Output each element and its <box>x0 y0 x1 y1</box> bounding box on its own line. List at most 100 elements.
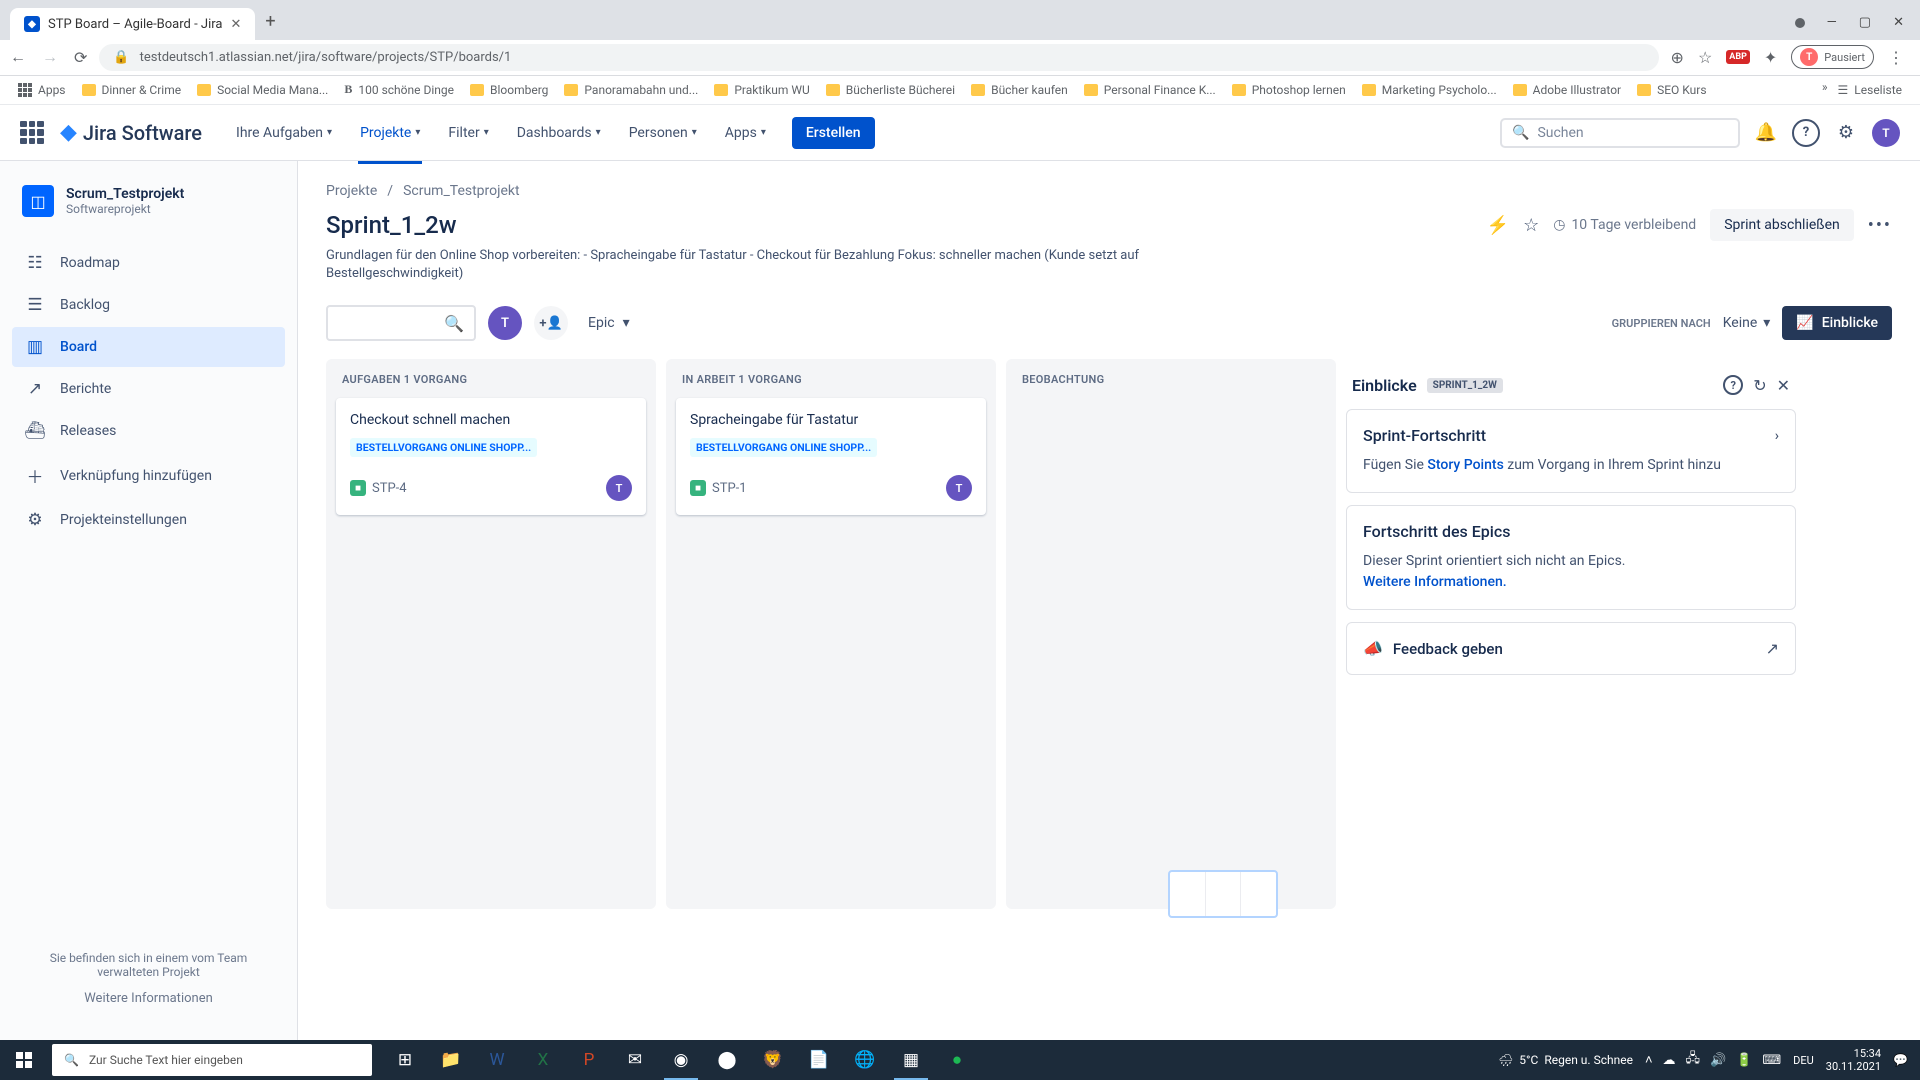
bookmark-item[interactable]: B100 schöne Dinge <box>338 79 460 100</box>
footer-more-info-link[interactable]: Weitere Informationen <box>22 991 275 1006</box>
profile-paused-chip[interactable]: T Pausiert <box>1791 45 1874 69</box>
keyboard-icon[interactable]: ⌨ <box>1762 1053 1781 1068</box>
epic-tag[interactable]: BESTELLVORGANG ONLINE SHOPP... <box>350 438 537 457</box>
sidebar-add-link[interactable]: ＋Verknüpfung hinzufügen <box>12 453 285 498</box>
extensions-icon[interactable]: ✦ <box>1764 48 1777 67</box>
notifications-icon[interactable]: 🔔 <box>1752 119 1780 147</box>
bookmarks-overflow-icon[interactable]: » <box>1822 80 1828 100</box>
clock[interactable]: 15:34 30.11.2021 <box>1826 1047 1881 1073</box>
sidebar-reports[interactable]: ↗Berichte <box>12 369 285 409</box>
bookmark-star-icon[interactable]: ☆ <box>1698 48 1712 67</box>
bookmark-item[interactable]: Panoramabahn und... <box>558 80 704 100</box>
nav-people[interactable]: Personen▾ <box>619 119 707 147</box>
network-icon[interactable]: 🖧 <box>1686 1049 1701 1071</box>
board-column-in-progress[interactable]: IN ARBEIT 1 VORGANG Spracheingabe für Ta… <box>666 359 996 909</box>
notepad-icon[interactable]: 📄 <box>796 1040 842 1080</box>
star-icon[interactable]: ☆ <box>1523 215 1539 236</box>
abp-extension-icon[interactable]: ABP <box>1726 50 1750 64</box>
bookmark-item[interactable]: SEO Kurs <box>1631 80 1712 100</box>
nav-your-work[interactable]: Ihre Aufgaben▾ <box>226 119 342 147</box>
task-view-icon[interactable]: ⊞ <box>382 1040 428 1080</box>
add-people-button[interactable]: +👤 <box>534 306 568 340</box>
sidebar-roadmap[interactable]: ☷Roadmap <box>12 243 285 283</box>
back-button[interactable]: ← <box>10 47 26 67</box>
feedback-card[interactable]: 📣 Feedback geben ↗ <box>1346 622 1796 675</box>
project-header[interactable]: ◫ Scrum_Testprojekt Softwareprojekt <box>12 185 285 233</box>
more-actions-icon[interactable]: ••• <box>1868 215 1892 236</box>
breadcrumb-project-name[interactable]: Scrum_Testprojekt <box>403 183 520 199</box>
nav-dashboards[interactable]: Dashboards▾ <box>507 119 611 147</box>
excel-icon[interactable]: X <box>520 1040 566 1080</box>
app-icon[interactable]: ▦ <box>888 1040 934 1080</box>
zoom-icon[interactable]: ⊕ <box>1671 48 1684 67</box>
spotify-icon[interactable]: ● <box>934 1040 980 1080</box>
bookmark-item[interactable]: Photoshop lernen <box>1226 80 1352 100</box>
minimize-button[interactable]: — <box>1827 15 1837 30</box>
maximize-button[interactable]: ▢ <box>1859 15 1871 30</box>
bookmark-item[interactable]: Dinner & Crime <box>76 80 188 100</box>
help-icon[interactable]: ? <box>1792 119 1820 147</box>
bookmark-item[interactable]: Marketing Psycholo... <box>1356 80 1503 100</box>
taskbar-search[interactable]: 🔍 Zur Suche Text hier eingeben <box>52 1044 372 1076</box>
story-points-link[interactable]: Story Points <box>1427 457 1503 473</box>
close-insights-icon[interactable]: ✕ <box>1777 376 1790 395</box>
assignee-avatar[interactable]: T <box>606 475 632 501</box>
tray-overflow-icon[interactable]: ˄ <box>1645 1052 1653 1068</box>
breadcrumb-projects[interactable]: Projekte <box>326 183 377 199</box>
group-by-dropdown[interactable]: Keine ▾ <box>1723 315 1771 331</box>
create-button[interactable]: Erstellen <box>792 117 875 149</box>
close-window-button[interactable]: ✕ <box>1893 15 1904 30</box>
bookmark-item[interactable]: Social Media Mana... <box>191 80 334 100</box>
insights-button[interactable]: 📈 Einblicke <box>1782 306 1892 340</box>
edge-icon[interactable]: 🌐 <box>842 1040 888 1080</box>
account-dot-icon[interactable] <box>1795 18 1805 28</box>
mail-icon[interactable]: ✉ <box>612 1040 658 1080</box>
settings-icon[interactable]: ⚙ <box>1832 119 1860 147</box>
more-info-link[interactable]: Weitere Informationen. <box>1363 574 1507 590</box>
powerpoint-icon[interactable]: P <box>566 1040 612 1080</box>
global-search[interactable]: 🔍 Suchen <box>1500 118 1740 148</box>
bookmark-item[interactable]: Adobe Illustrator <box>1507 80 1627 100</box>
nav-filters[interactable]: Filter▾ <box>438 119 498 147</box>
word-icon[interactable]: W <box>474 1040 520 1080</box>
complete-sprint-button[interactable]: Sprint abschließen <box>1710 209 1854 241</box>
nav-projects[interactable]: Projekte▾ <box>350 119 430 147</box>
board-search[interactable]: 🔍 <box>326 305 476 341</box>
sidebar-backlog[interactable]: ☰Backlog <box>12 285 285 325</box>
forward-button[interactable]: → <box>42 47 58 67</box>
bookmark-item[interactable]: Bücher kaufen <box>965 80 1074 100</box>
issue-card[interactable]: Spracheingabe für Tastatur BESTELLVORGAN… <box>676 398 986 515</box>
obs-icon[interactable]: ⬤ <box>704 1040 750 1080</box>
browser-tab[interactable]: ◆ STP Board – Agile-Board - Jira ✕ <box>10 8 255 40</box>
brave-icon[interactable]: 🦁 <box>750 1040 796 1080</box>
bookmark-item[interactable]: Personal Finance K... <box>1078 80 1222 100</box>
nav-apps[interactable]: Apps▾ <box>715 119 776 147</box>
profile-avatar[interactable]: T <box>1872 119 1900 147</box>
file-explorer-icon[interactable]: 📁 <box>428 1040 474 1080</box>
issue-key[interactable]: STP-1 <box>712 481 747 496</box>
sprint-progress-card[interactable]: Sprint-Fortschritt › Fügen Sie Story Poi… <box>1346 409 1796 493</box>
jira-logo[interactable]: ◆ Jira Software <box>60 120 202 145</box>
start-button[interactable] <box>0 1040 48 1080</box>
issue-card[interactable]: Checkout schnell machen BESTELLVORGANG O… <box>336 398 646 515</box>
quick-add-placeholder[interactable] <box>1168 870 1278 918</box>
assignee-avatar[interactable]: T <box>946 475 972 501</box>
language-indicator[interactable]: DEU <box>1793 1054 1814 1067</box>
bookmark-item[interactable]: Bücherliste Bücherei <box>820 80 961 100</box>
assignee-filter-avatar[interactable]: T <box>488 306 522 340</box>
new-tab-button[interactable]: + <box>255 3 285 40</box>
kebab-menu-icon[interactable]: ⋮ <box>1888 48 1904 67</box>
chrome-icon[interactable]: ◉ <box>658 1040 704 1080</box>
bookmark-item[interactable]: Bloomberg <box>464 80 554 100</box>
weather-widget[interactable]: 🌧 5°C Regen u. Schnee <box>1498 1053 1633 1067</box>
insights-help-icon[interactable]: ? <box>1723 375 1743 395</box>
sidebar-project-settings[interactable]: ⚙Projekteinstellungen <box>12 500 285 540</box>
issue-key[interactable]: STP-4 <box>372 481 407 496</box>
reload-button[interactable]: ⟳ <box>74 48 87 67</box>
board-column-observation[interactable]: BEOBACHTUNG <box>1006 359 1336 909</box>
epic-tag[interactable]: BESTELLVORGANG ONLINE SHOPP... <box>690 438 877 457</box>
volume-icon[interactable]: 🔊 <box>1710 1053 1726 1068</box>
action-center-icon[interactable]: 💬 <box>1893 1053 1908 1067</box>
apps-shortcut[interactable]: Apps <box>12 80 72 100</box>
sidebar-releases[interactable]: ⛴Releases <box>12 411 285 451</box>
